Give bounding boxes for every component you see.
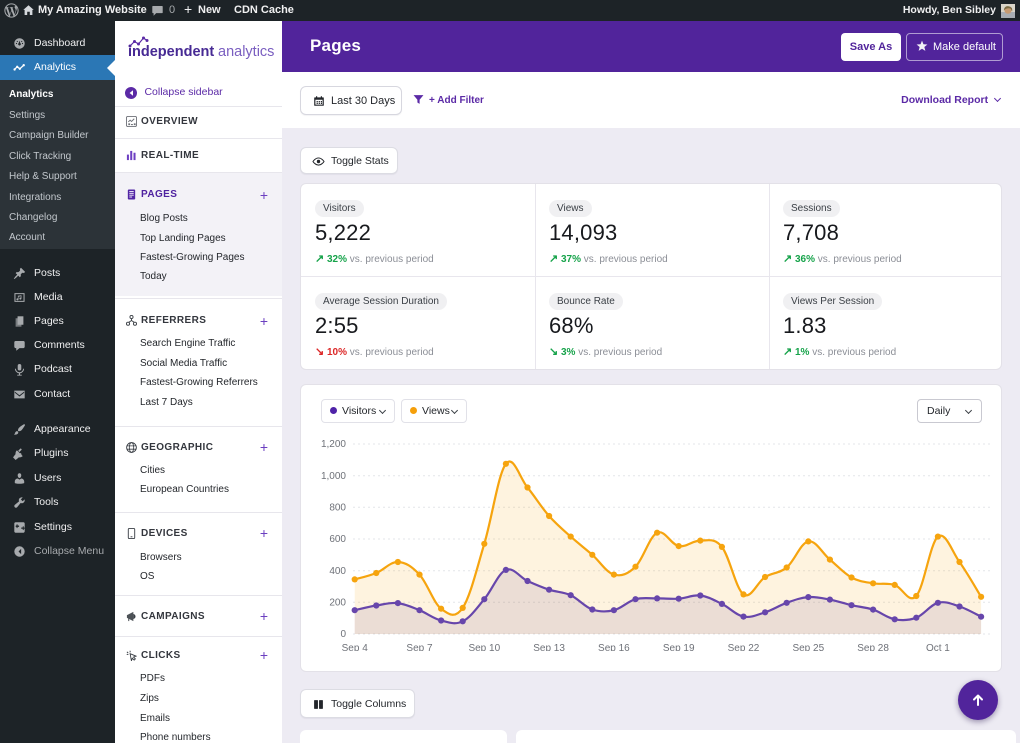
svg-text:independent: independent xyxy=(128,44,214,60)
svg-text:Sep 25: Sep 25 xyxy=(792,643,824,651)
svg-text:1,000: 1,000 xyxy=(321,471,346,482)
svg-text:Sep 7: Sep 7 xyxy=(406,643,433,651)
svg-text:analytics: analytics xyxy=(218,44,274,60)
svg-text:0: 0 xyxy=(340,629,346,640)
svg-text:200: 200 xyxy=(329,598,346,609)
svg-text:Sep 22: Sep 22 xyxy=(728,643,760,651)
svg-text:400: 400 xyxy=(329,566,346,577)
svg-text:Sep 13: Sep 13 xyxy=(533,643,565,651)
svg-text:Sep 19: Sep 19 xyxy=(663,643,695,651)
svg-text:1,200: 1,200 xyxy=(321,439,346,450)
svg-text:Sep 16: Sep 16 xyxy=(598,643,630,651)
svg-text:Sep 4: Sep 4 xyxy=(342,643,369,651)
svg-text:Oct 1: Oct 1 xyxy=(926,643,950,651)
svg-text:Sep 10: Sep 10 xyxy=(468,643,500,651)
svg-text:Sep 28: Sep 28 xyxy=(857,643,889,651)
svg-text:600: 600 xyxy=(329,534,346,545)
svg-text:800: 800 xyxy=(329,503,346,514)
